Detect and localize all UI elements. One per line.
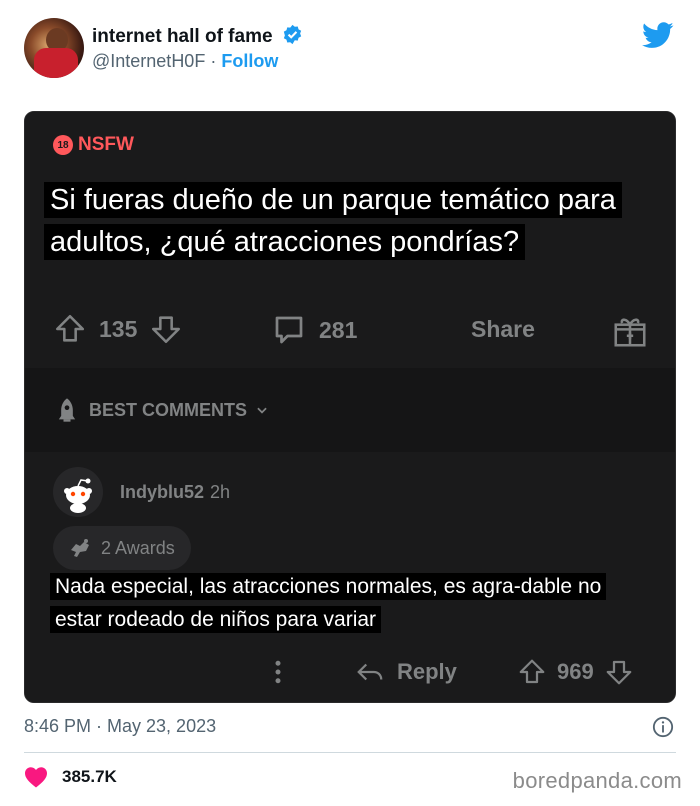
comment-text: Nada especial, las atracciones normales,… (50, 570, 650, 636)
downvote-icon[interactable] (604, 657, 634, 687)
comment-vote-count: 969 (557, 659, 594, 684)
share-button[interactable]: Share (471, 316, 535, 343)
separator: · (210, 51, 217, 71)
info-icon[interactable] (652, 716, 674, 738)
commenter-avatar[interactable] (53, 467, 103, 517)
post-title: Si fueras dueño de un parque temático pa… (44, 179, 636, 263)
author-avatar[interactable] (24, 18, 84, 78)
downvote-icon[interactable] (149, 312, 183, 346)
awards-badge[interactable]: 2 Awards (53, 526, 191, 570)
more-options-button[interactable] (273, 657, 283, 687)
sort-dropdown[interactable]: BEST COMMENTS (53, 396, 269, 424)
tweet-timestamp[interactable]: 8:46 PM · May 23, 2023 (24, 716, 216, 737)
comment-meta: Indyblu52 2h (120, 482, 230, 503)
comment-actions: Reply 969 (25, 657, 675, 697)
sort-bar: BEST COMMENTS (25, 368, 675, 452)
comment-count: 281 (319, 316, 358, 343)
like-count: 385.7K (62, 767, 117, 786)
sort-label: BEST COMMENTS (89, 399, 248, 420)
vote-group: 135 (53, 312, 183, 346)
upvote-icon[interactable] (517, 657, 547, 687)
comment-time: 2h (210, 482, 231, 502)
nsfw-label: NSFW (78, 134, 134, 155)
reply-icon (357, 663, 383, 681)
awards-label: 2 Awards (101, 537, 175, 558)
post-actions: 135 281 Share (25, 302, 675, 362)
heart-icon (25, 767, 47, 788)
comment-vote-group: 969 (517, 657, 634, 687)
post-section: 18 NSFW Si fueras dueño de un parque tem… (25, 112, 675, 367)
chevron-down-icon (257, 407, 267, 414)
watermark: boredpanda.com (512, 768, 682, 793)
twitter-bird-icon[interactable] (642, 22, 674, 49)
follow-button[interactable]: Follow (221, 51, 278, 71)
tweet-header: internet hall of fame @InternetH0F · Fol… (24, 18, 676, 82)
gift-award-button[interactable] (611, 312, 649, 350)
gift-icon (614, 318, 646, 347)
nsfw-tag: 18 NSFW (53, 134, 134, 156)
share-label: Share (471, 316, 535, 342)
reddit-snoo-icon (64, 478, 92, 513)
author-name[interactable]: internet hall of fame (92, 26, 273, 47)
verified-icon (283, 24, 301, 45)
award-icon (71, 539, 89, 557)
like-button[interactable]: 385.7K (24, 766, 117, 788)
author-name-row[interactable]: internet hall of fame (92, 24, 303, 48)
upvote-count: 135 (99, 315, 138, 342)
reply-button[interactable]: Reply (355, 657, 457, 687)
comment: Indyblu52 2h 2 Awards Nada especial, las … (25, 452, 675, 702)
reply-label: Reply (397, 659, 457, 684)
comment-icon (275, 316, 303, 344)
comment-username[interactable]: Indyblu52 (120, 482, 204, 502)
embedded-image[interactable]: 18 NSFW Si fueras dueño de un parque tem… (24, 111, 676, 703)
divider (24, 752, 676, 753)
nsfw-18-icon: 18 (53, 135, 73, 155)
rocket-icon (58, 398, 76, 422)
upvote-icon[interactable] (53, 312, 87, 346)
comments-button[interactable]: 281 (271, 312, 357, 348)
more-icon (275, 660, 281, 684)
author-handle[interactable]: @InternetH0F (92, 51, 205, 71)
handle-line: @InternetH0F · Follow (92, 51, 278, 72)
